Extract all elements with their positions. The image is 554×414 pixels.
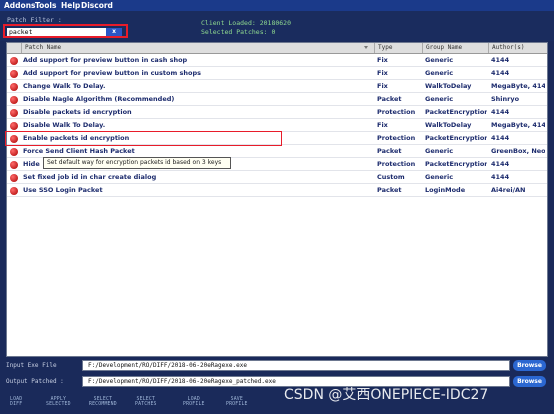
column-header-group[interactable]: Group Name — [422, 43, 488, 53]
patch-type: Protection — [377, 160, 416, 168]
patch-author: 4144 — [491, 173, 510, 181]
table-row[interactable]: Change Walk To Delay. Fix WalkToDelay MegaB… — [7, 80, 547, 93]
patch-type: Packet — [377, 186, 402, 194]
patch-group: PacketEncryption — [425, 160, 487, 168]
column-header-type[interactable]: Type — [374, 43, 422, 53]
menu-help[interactable]: Help — [61, 0, 80, 11]
patch-group: Generic — [425, 56, 454, 64]
patch-name: Force Send Client Hash Packet — [23, 147, 135, 155]
apply-selected-button[interactable]: APPLY SELECTED — [46, 397, 71, 407]
input-exe-label: Input Exe File — [6, 362, 57, 369]
sort-indicator-icon — [364, 46, 368, 49]
patch-status-icon[interactable] — [10, 121, 18, 130]
patch-type: Fix — [377, 121, 388, 129]
client-loaded-status: Client Loaded: 20180620 — [201, 19, 292, 27]
select-patches-button[interactable]: SELECT PATCHES — [135, 397, 157, 407]
patch-author: MegaByte, 4144 — [491, 121, 545, 129]
table-row[interactable]: Add support for preview button in cash s… — [7, 54, 547, 67]
patch-status-icon[interactable] — [10, 69, 18, 78]
patch-type: Fix — [377, 56, 388, 64]
patch-group: WalkToDelay — [425, 121, 472, 129]
input-browse-button[interactable]: Browse — [513, 360, 546, 371]
patch-name: Set fixed job id in char create dialog — [23, 173, 157, 181]
patch-type: Protection — [377, 134, 416, 142]
load-diff-button[interactable]: LOAD DIFF — [10, 397, 22, 407]
selected-patches-status: Selected Patches: 0 — [201, 28, 276, 36]
patch-table: Patch Name Type Group Name Author(s) Add… — [6, 42, 548, 357]
patch-status-icon[interactable] — [10, 82, 18, 91]
patch-group: Generic — [425, 69, 454, 77]
output-browse-button[interactable]: Browse — [513, 376, 546, 387]
patch-status-icon[interactable] — [10, 95, 18, 104]
patch-group: PacketEncryption — [425, 108, 487, 116]
patch-group: WalkToDelay — [425, 82, 472, 90]
save-profile-button[interactable]: SAVE PROFILE — [226, 397, 248, 407]
watermark-text: CSDN @艾西ONEPIECE-IDC27 — [284, 387, 489, 403]
column-header-name[interactable]: Patch Name — [21, 43, 377, 53]
patch-name: Change Walk To Delay. — [23, 82, 106, 90]
patch-type: Protection — [377, 108, 416, 116]
patch-name: Add support for preview button in custom… — [23, 69, 202, 77]
patch-author: GreenBox, Neo — [491, 147, 545, 155]
patch-status-icon[interactable] — [10, 56, 18, 65]
patch-status-icon[interactable] — [10, 186, 18, 195]
patch-status-icon[interactable] — [10, 173, 18, 182]
patch-name: Disable Nagle Algorithm (Recommended) — [23, 95, 175, 103]
patch-group: Generic — [425, 95, 454, 103]
table-row[interactable]: Set fixed job id in char create dialog Cu… — [7, 171, 547, 184]
filter-panel: Patch Filter : x Client Loaded: 20180620… — [0, 11, 554, 41]
patch-name: Use SSO Login Packet — [23, 186, 103, 194]
patch-author: 4144 — [491, 134, 510, 142]
patch-author: 4144 — [491, 160, 510, 168]
menu-discord[interactable]: Discord — [81, 0, 113, 11]
table-row[interactable]: Add support for preview button in custom… — [7, 67, 547, 80]
patch-group: PacketEncryption — [425, 134, 487, 142]
table-row[interactable]: Disable Nagle Algorithm (Recommended) Pac… — [7, 93, 547, 106]
patch-author: 4144 — [491, 69, 510, 77]
patch-author: 4144 — [491, 108, 510, 116]
input-exe-field[interactable]: F:/Development/RO/DIFF/2018-06-20eRagexe… — [82, 360, 510, 371]
filter-highlight: x — [3, 24, 128, 38]
patch-group: Generic — [425, 147, 454, 155]
patch-group: LoginMode — [425, 186, 466, 194]
menu-tools[interactable]: Tools — [35, 0, 56, 11]
patch-author: 4144 — [491, 56, 510, 64]
patch-type: Fix — [377, 69, 388, 77]
output-patched-label: Output Patched : — [6, 378, 64, 385]
patch-status-icon[interactable] — [10, 108, 18, 117]
patch-filter-input[interactable] — [7, 28, 106, 36]
patch-author: MegaByte, 4144 — [491, 82, 545, 90]
highlighted-row-outline — [5, 131, 282, 146]
menu-addons[interactable]: Addons — [4, 0, 36, 11]
load-profile-button[interactable]: LOAD PROFILE — [183, 397, 205, 407]
table-row[interactable]: Disable packets id encryption Protection P… — [7, 106, 547, 119]
patch-type: Fix — [377, 82, 388, 90]
patch-type: Packet — [377, 95, 402, 103]
clear-filter-button[interactable]: x — [106, 28, 122, 36]
select-recommend-button[interactable]: SELECT RECOMMEND — [89, 397, 117, 407]
patch-author: Ai4rei/AN — [491, 186, 526, 194]
patch-status-icon[interactable] — [10, 160, 18, 169]
patch-rows: Add support for preview button in cash s… — [7, 54, 547, 197]
menu-bar: Addons Tools Help Discord — [0, 0, 554, 11]
patch-status-icon[interactable] — [10, 147, 18, 156]
table-row[interactable]: Use SSO Login Packet Packet LoginMode Ai4re… — [7, 184, 547, 197]
patch-name: Disable packets id encryption — [23, 108, 132, 116]
table-header: Patch Name Type Group Name Author(s) — [7, 43, 547, 54]
patch-tooltip: Set default way for encryption packets i… — [43, 157, 231, 169]
patch-type: Packet — [377, 147, 402, 155]
column-header-author[interactable]: Author(s) — [488, 43, 547, 53]
patch-name: Disable Walk To Delay. — [23, 121, 106, 129]
patch-author: Shinryo — [491, 95, 520, 103]
patch-filter-label: Patch Filter : — [7, 16, 62, 24]
patch-name: Add support for preview button in cash s… — [23, 56, 188, 64]
patch-type: Custom — [377, 173, 405, 181]
patch-group: Generic — [425, 173, 454, 181]
